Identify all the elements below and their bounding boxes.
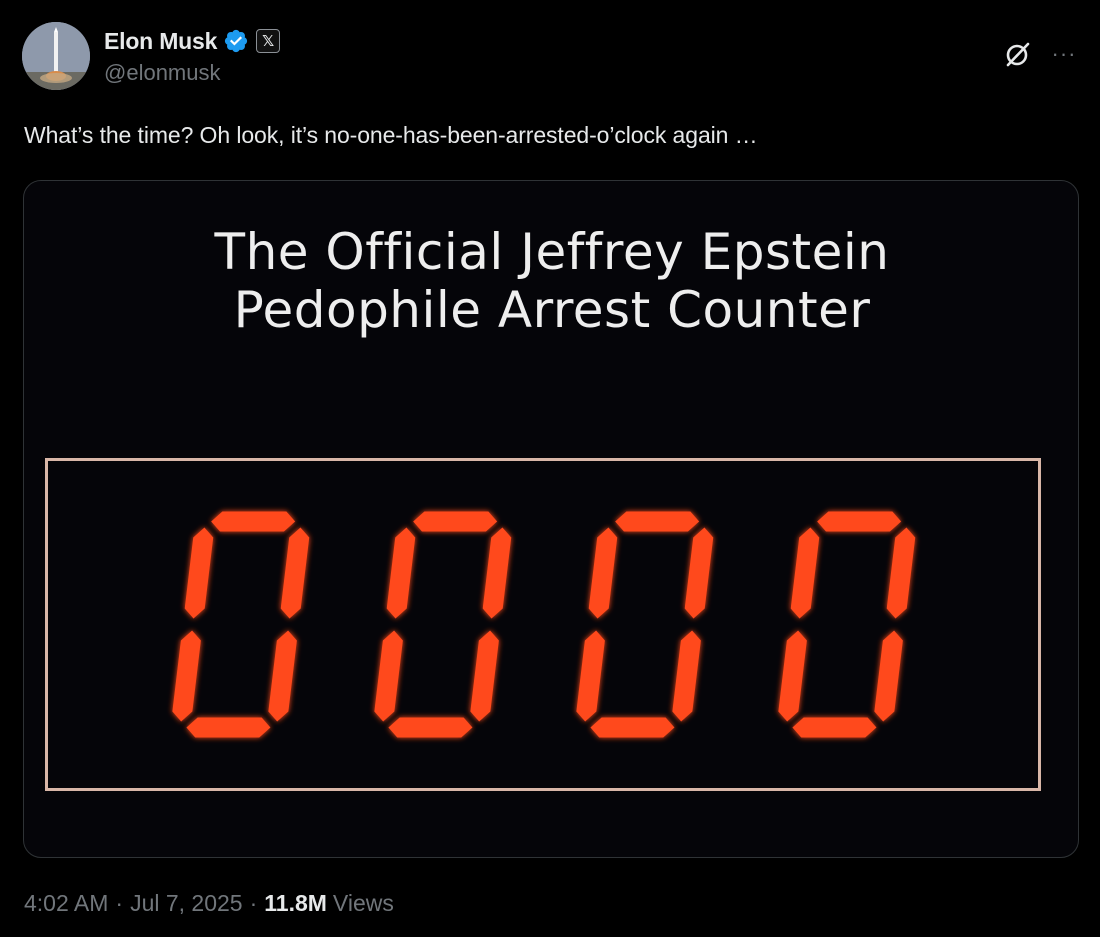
digit-segment-e xyxy=(374,630,403,722)
rocket-launch-avatar-icon xyxy=(22,22,90,90)
digit-segment-c xyxy=(672,630,701,722)
digit-segment-b xyxy=(280,527,310,619)
verified-badge-icon[interactable] xyxy=(223,28,249,54)
separator: · xyxy=(115,890,124,916)
tweet-text: What’s the time? Oh look, it’s no-one-ha… xyxy=(24,122,758,148)
digit-segment-e xyxy=(172,630,201,722)
handle[interactable]: @elonmusk xyxy=(104,60,221,86)
digit-segment-d xyxy=(590,717,675,738)
display-name[interactable]: Elon Musk xyxy=(104,28,217,55)
digit-segment-b xyxy=(886,527,916,619)
digit-segment-c xyxy=(470,630,499,722)
avatar[interactable] xyxy=(22,22,90,90)
digit-segment-d xyxy=(792,717,877,738)
digit-segment-a xyxy=(817,511,902,532)
x-logo-icon[interactable]: 𝕏 xyxy=(256,29,281,53)
digit-segment-e xyxy=(778,630,807,722)
tweet-meta: 4:02 AM · Jul 7, 2025 · 11.8M Views xyxy=(24,890,394,917)
digit-segment-f xyxy=(184,527,214,619)
tweet-time[interactable]: 4:02 AM xyxy=(24,890,108,917)
tweet-card: Elon Musk 𝕏 @elonmusk ··· What’s the tim… xyxy=(0,0,1100,937)
tweet-image[interactable]: The Official Jeffrey Epstein Pedophile A… xyxy=(23,180,1079,858)
counter-digit xyxy=(576,511,714,738)
counter-digit xyxy=(778,511,916,738)
image-title-line-1: The Official Jeffrey Epstein xyxy=(214,223,890,281)
digit-segment-a xyxy=(211,511,296,532)
views-label: Views xyxy=(332,890,394,916)
digit-segment-b xyxy=(684,527,714,619)
digit-segment-d xyxy=(388,717,473,738)
seven-segment-counter xyxy=(172,511,916,738)
name-row: Elon Musk 𝕏 xyxy=(104,26,281,56)
counter-frame xyxy=(45,458,1041,791)
grok-icon[interactable] xyxy=(1000,36,1036,72)
digit-segment-a xyxy=(615,511,700,532)
digit-segment-e xyxy=(576,630,605,722)
counter-digit xyxy=(172,511,310,738)
digit-segment-c xyxy=(874,630,903,722)
digit-segment-b xyxy=(482,527,512,619)
image-title-line-2: Pedophile Arrest Counter xyxy=(233,281,871,339)
digit-segment-c xyxy=(268,630,297,722)
views-count: 11.8M xyxy=(264,890,327,916)
digit-segment-f xyxy=(386,527,416,619)
more-options-icon[interactable]: ··· xyxy=(1046,36,1082,72)
digit-segment-d xyxy=(186,717,271,738)
digit-segment-f xyxy=(790,527,820,619)
counter-digit xyxy=(374,511,512,738)
tweet-date[interactable]: Jul 7, 2025 xyxy=(130,890,243,917)
digit-segment-a xyxy=(413,511,498,532)
digit-segment-f xyxy=(588,527,618,619)
image-title: The Official Jeffrey Epstein Pedophile A… xyxy=(24,223,1078,339)
separator: · xyxy=(249,890,258,916)
